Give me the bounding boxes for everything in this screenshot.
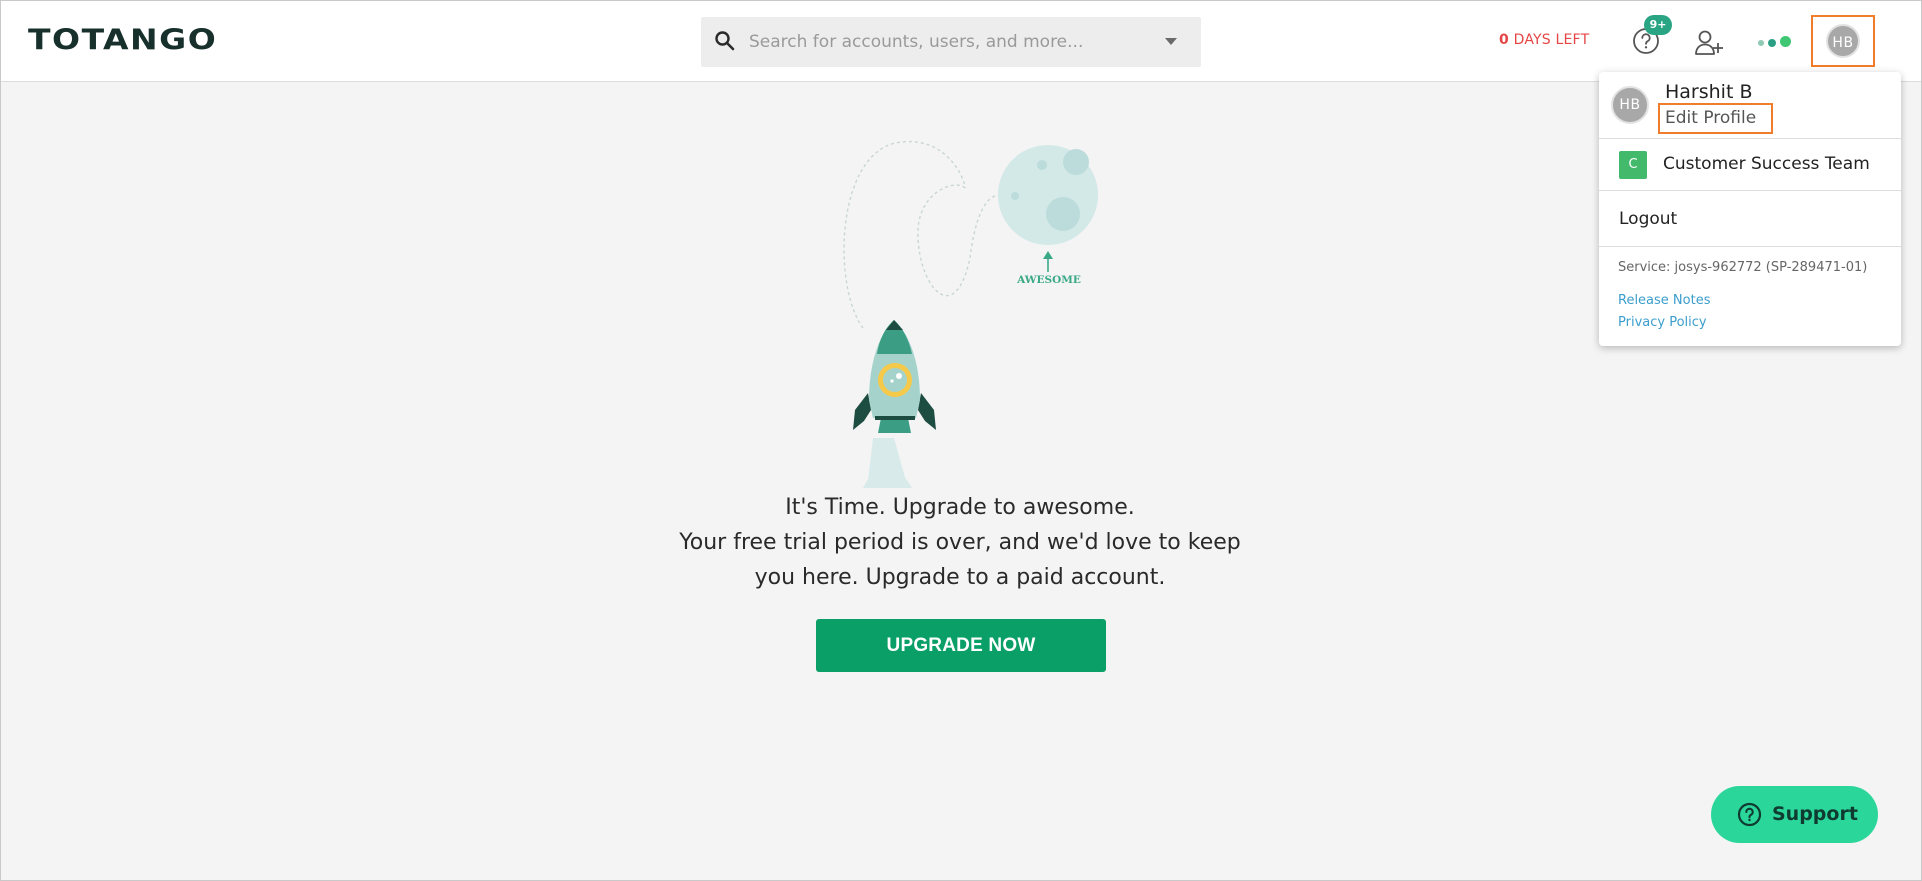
user-menu-dropdown: HB Harshit B Edit Profile C Customer Suc… xyxy=(1599,72,1901,346)
team-icon: C xyxy=(1619,151,1647,179)
awesome-label: AWESOME xyxy=(1016,274,1081,286)
privacy-policy-link[interactable]: Privacy Policy xyxy=(1618,315,1707,330)
edit-profile-link[interactable]: Edit Profile xyxy=(1658,103,1773,134)
avatar: HB xyxy=(1826,24,1860,58)
search-icon xyxy=(715,31,735,51)
user-avatar-button[interactable]: HB xyxy=(1811,15,1875,67)
notification-badge: 9+ xyxy=(1644,15,1672,35)
upgrade-message: It's Time. Upgrade to awesome. Your free… xyxy=(660,490,1260,595)
days-left-label: DAYS LEFT xyxy=(1508,32,1590,48)
add-user-icon[interactable] xyxy=(1694,28,1724,56)
upgrade-now-button[interactable]: UPGRADE NOW xyxy=(816,619,1106,672)
days-count: 0 xyxy=(1499,32,1509,48)
user-name: Harshit B xyxy=(1665,81,1753,103)
support-label: Support xyxy=(1772,803,1858,825)
support-button[interactable]: Support xyxy=(1711,786,1878,843)
trial-days-left[interactable]: 0 DAYS LEFT xyxy=(1499,32,1589,48)
top-header: TOTANGO 0 DAYS LEFT 9+ HB xyxy=(1,1,1921,82)
logout-label: Logout xyxy=(1619,209,1678,229)
team-menu-item[interactable]: C Customer Success Team xyxy=(1599,139,1901,191)
team-label: Customer Success Team xyxy=(1663,154,1870,174)
search-bar[interactable] xyxy=(701,17,1201,67)
upgrade-headline: It's Time. Upgrade to awesome. xyxy=(785,495,1135,520)
logout-menu-item[interactable]: Logout xyxy=(1599,191,1901,247)
rocket-icon xyxy=(853,393,871,430)
search-input[interactable] xyxy=(749,17,1149,67)
chevron-down-icon[interactable] xyxy=(1165,38,1177,45)
totango-logo[interactable]: TOTANGO xyxy=(28,23,217,56)
release-notes-link[interactable]: Release Notes xyxy=(1618,293,1710,308)
service-info: Service: josys-962772 (SP-289471-01) xyxy=(1618,260,1868,275)
help-circle-icon xyxy=(1737,802,1762,827)
upgrade-body-line-1: Your free trial period is over, and we'd… xyxy=(679,530,1241,555)
rocket-moon-illustration: AWESOME xyxy=(843,140,1098,488)
status-dots-icon[interactable] xyxy=(1758,36,1794,48)
user-menu-header: HB Harshit B Edit Profile xyxy=(1599,72,1901,139)
avatar: HB xyxy=(1611,86,1649,124)
upgrade-body-line-2: you here. Upgrade to a paid account. xyxy=(754,565,1166,590)
